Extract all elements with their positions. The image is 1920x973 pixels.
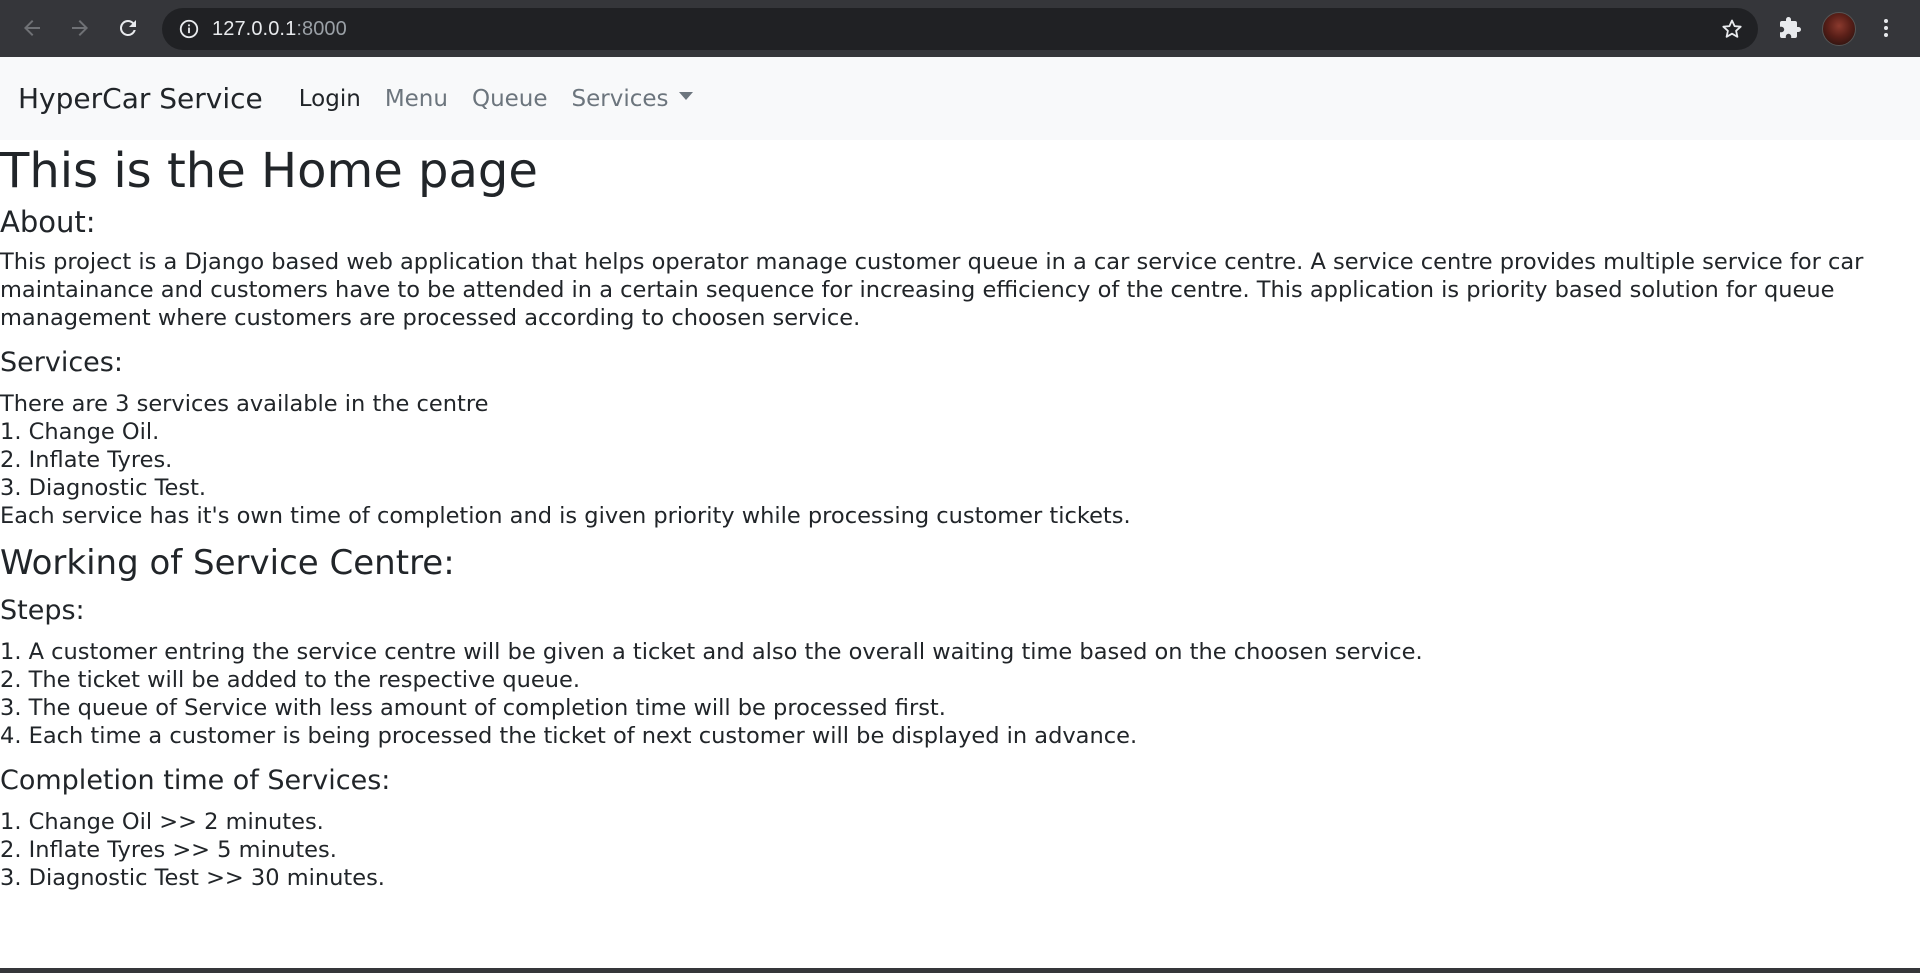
working-heading: Working of Service Centre: xyxy=(0,543,455,583)
page-content: This is the Home page About: This projec… xyxy=(0,140,1920,892)
extensions-button[interactable] xyxy=(1772,10,1808,46)
completion-line: 3. Diagnostic Test >> 30 minutes. xyxy=(0,865,385,891)
address-bar[interactable]: 127.0.0.1:8000 xyxy=(162,8,1758,50)
services-line: 2. Inflate Tyres. xyxy=(0,447,173,473)
services-line: 3. Diagnostic Test. xyxy=(0,475,207,501)
services-heading: Services: xyxy=(0,347,123,378)
about-heading: About: xyxy=(0,205,96,239)
step-line: 1. A customer entring the service centre… xyxy=(0,639,1423,665)
reload-icon xyxy=(119,19,136,36)
nav-link-login[interactable]: Login xyxy=(299,86,361,112)
steps-list: 1. A customer entring the service centre… xyxy=(0,638,1920,750)
navbar-brand[interactable]: HyperCar Service xyxy=(18,82,263,115)
url-host: 127.0.0.1 xyxy=(212,17,297,40)
services-line: Each service has it's own time of comple… xyxy=(0,503,1131,529)
window-bottom-edge xyxy=(0,968,1920,973)
caret-down-icon xyxy=(678,92,693,100)
back-button[interactable] xyxy=(14,10,50,46)
step-line: 3. The queue of Service with less amount… xyxy=(0,695,946,721)
forward-button[interactable] xyxy=(62,10,98,46)
profile-avatar[interactable] xyxy=(1822,12,1856,46)
page-title: This is the Home page xyxy=(0,143,538,199)
services-line: There are 3 services available in the ce… xyxy=(0,391,489,417)
completion-line: 1. Change Oil >> 2 minutes. xyxy=(0,809,324,835)
puzzle-icon xyxy=(1780,17,1801,38)
step-line: 2. The ticket will be added to the respe… xyxy=(0,667,580,693)
reload-button[interactable] xyxy=(110,10,146,46)
info-icon[interactable] xyxy=(178,18,200,40)
completion-line: 2. Inflate Tyres >> 5 minutes. xyxy=(0,837,337,863)
browser-menu-button[interactable] xyxy=(1868,10,1904,46)
nav-link-menu[interactable]: Menu xyxy=(385,86,448,112)
url-port: :8000 xyxy=(296,17,347,40)
nav-link-queue[interactable]: Queue xyxy=(472,86,548,112)
completion-list: 1. Change Oil >> 2 minutes. 2. Inflate T… xyxy=(0,808,1920,892)
steps-heading: Steps: xyxy=(0,595,85,626)
star-icon[interactable] xyxy=(1720,17,1744,41)
site-navbar: HyperCar Service Login Menu Queue Servic… xyxy=(0,57,1920,140)
kebab-menu-icon xyxy=(1884,19,1888,37)
completion-heading: Completion time of Services: xyxy=(0,765,391,796)
url-text: 127.0.0.1:8000 xyxy=(212,18,347,41)
about-text: This project is a Django based web appli… xyxy=(0,249,1864,331)
services-line: 1. Change Oil. xyxy=(0,419,160,445)
nav-dropdown-services-label: Services xyxy=(571,85,669,112)
services-list: There are 3 services available in the ce… xyxy=(0,390,1920,530)
nav-dropdown-services[interactable]: Services xyxy=(572,86,693,112)
arrow-left-icon xyxy=(24,20,40,36)
step-line: 4. Each time a customer is being process… xyxy=(0,723,1138,749)
browser-toolbar: 127.0.0.1:8000 xyxy=(0,0,1920,57)
arrow-right-icon xyxy=(72,20,88,36)
